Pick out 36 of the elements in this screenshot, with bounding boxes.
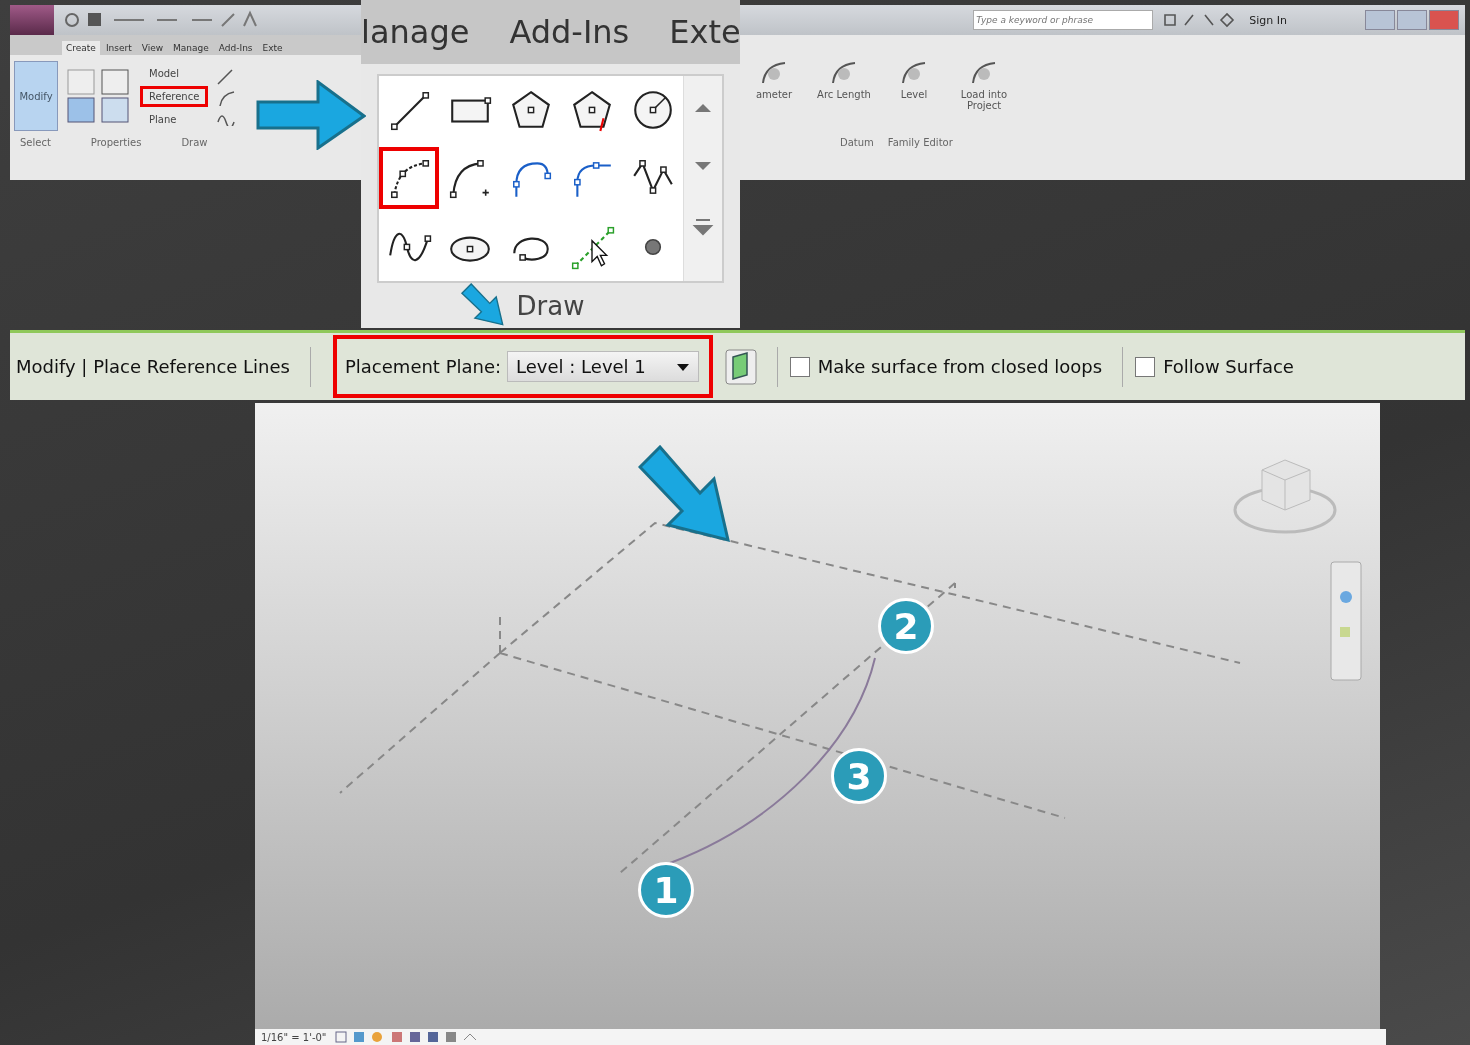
ribbon-tab[interactable]: Insert — [101, 41, 136, 55]
panel-label: Properties — [90, 137, 142, 150]
ribbon-tool-label[interactable]: Load into Project — [954, 89, 1014, 111]
context-title: Modify | Place Reference Lines — [16, 356, 290, 377]
panel-label: Draw — [516, 291, 585, 321]
modify-button[interactable]: Modify — [14, 61, 58, 131]
ribbon-tab[interactable]: Exte — [669, 13, 740, 51]
ribbon-tab[interactable]: View — [137, 41, 168, 55]
ribbon-tab[interactable]: Manage — [169, 41, 213, 55]
sign-in-link[interactable]: Sign In — [1249, 13, 1287, 27]
ribbon-tool-label[interactable]: ameter — [755, 89, 793, 100]
ribbon-tool-button[interactable]: Reference — [140, 85, 209, 107]
ribbon-tool-label[interactable]: Arc Length — [817, 89, 871, 100]
ribbon-tool-button[interactable]: Plane — [140, 108, 209, 130]
placement-plane-dropdown[interactable]: Level : Level 1 — [507, 351, 699, 382]
checkbox[interactable] — [789, 356, 810, 377]
ribbon-tab[interactable]: Create — [62, 41, 100, 55]
ribbon-tool-button[interactable]: Model — [140, 62, 209, 84]
panel-label: Datum — [840, 137, 874, 150]
ribbon-tab[interactable]: Add-Ins — [214, 41, 257, 55]
view-scale[interactable]: 1/16" = 1'-0" — [261, 1031, 327, 1043]
field-label: Placement Plane: — [345, 356, 502, 377]
ribbon-tab[interactable]: lanage — [361, 13, 470, 51]
checkbox-option[interactable]: Follow Surface — [1135, 356, 1294, 377]
checkbox-option[interactable]: Make surface from closed loops — [789, 356, 1103, 377]
checkbox[interactable] — [1135, 356, 1156, 377]
ribbon-tab[interactable]: Add-Ins — [509, 13, 630, 51]
panel-label: Draw — [181, 137, 208, 150]
panel-label: Family Editor — [887, 137, 953, 150]
panel-label: Select — [20, 137, 51, 150]
work-plane-icon[interactable] — [724, 348, 757, 385]
caret-icon[interactable] — [675, 361, 690, 372]
search-field[interactable]: Type a keyword or phrase — [973, 10, 1154, 30]
draw-tool-button[interactable] — [379, 147, 440, 210]
ribbon-tool-label[interactable]: Level — [900, 89, 928, 100]
ribbon-tab[interactable]: Exte — [258, 41, 287, 55]
